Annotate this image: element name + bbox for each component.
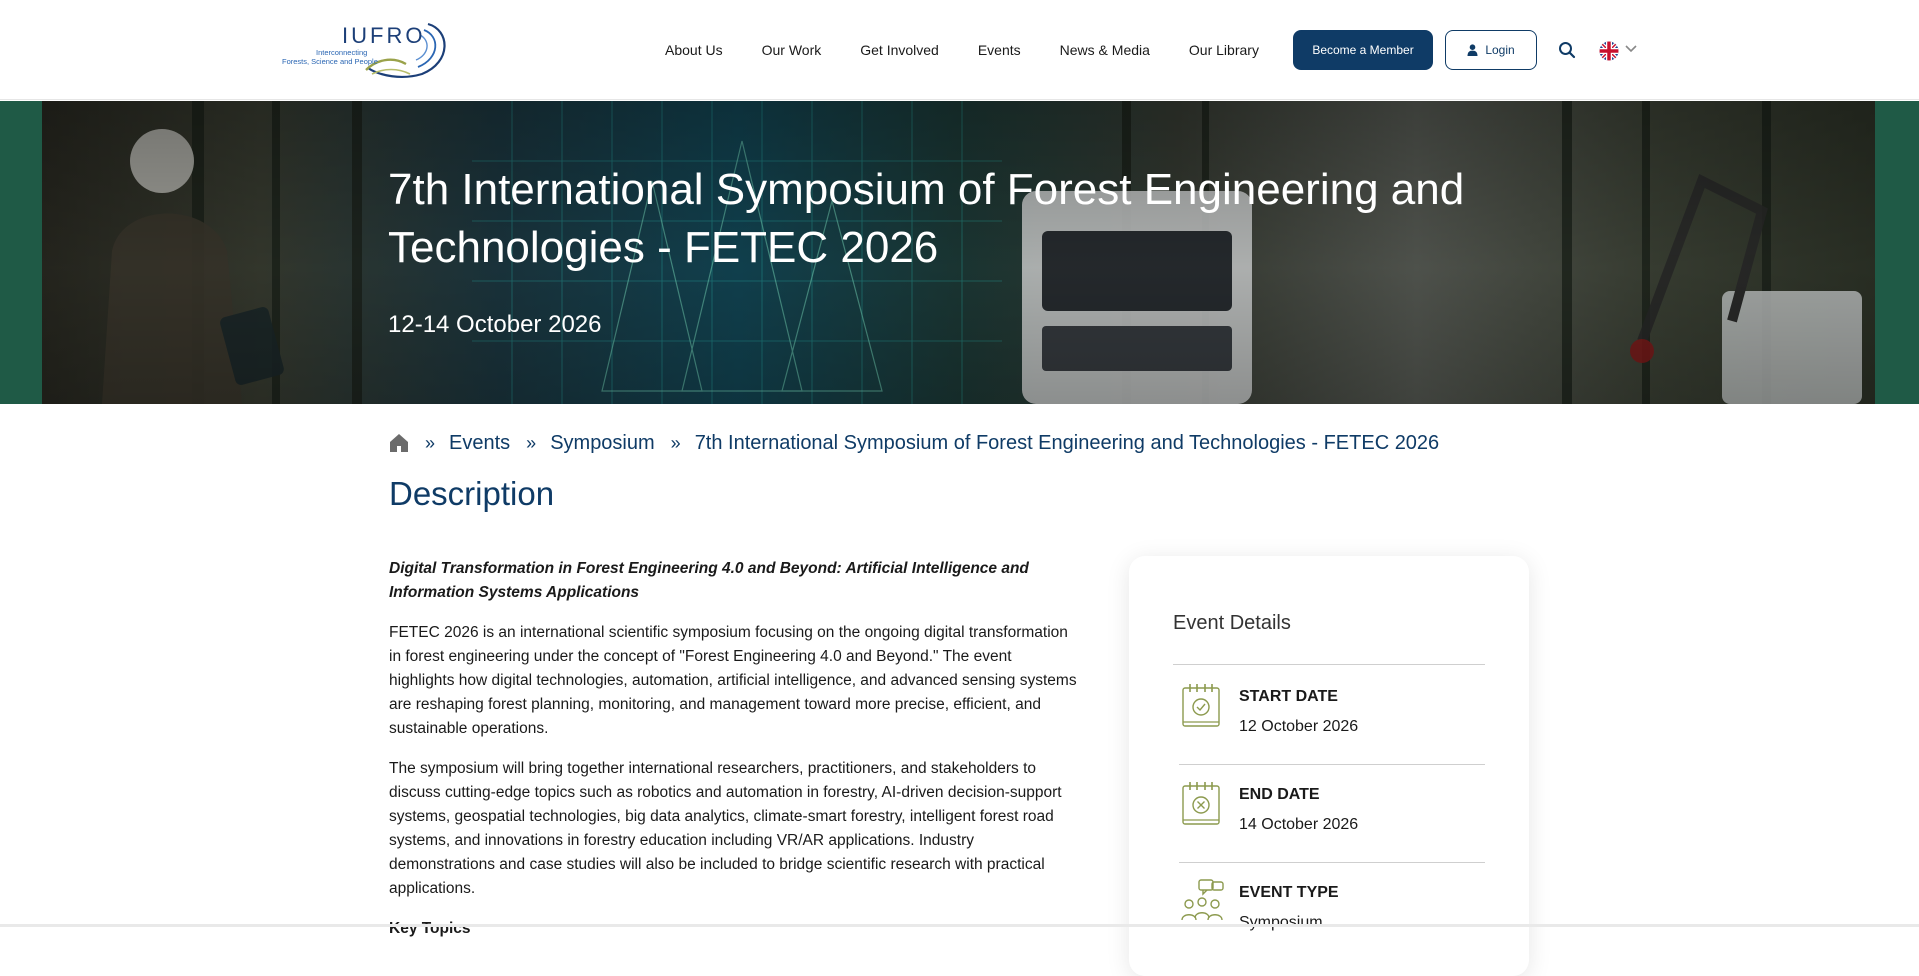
nav-news-media[interactable]: News & Media xyxy=(1060,38,1150,62)
search-icon[interactable] xyxy=(1558,41,1576,59)
logo-tagline-2: Forests, Science and People xyxy=(282,57,378,66)
breadcrumb-separator-icon: » xyxy=(526,432,537,453)
key-topics-heading: Key Topics xyxy=(389,920,471,937)
breadcrumb-events[interactable]: Events xyxy=(449,432,510,455)
logo-tagline-1: Interconnecting xyxy=(316,48,368,57)
event-type-label: EVENT TYPE xyxy=(1239,884,1339,901)
description-body: Digital Transformation in Forest Enginee… xyxy=(389,557,1079,941)
end-date-label: END DATE xyxy=(1239,786,1320,803)
calendar-x-icon xyxy=(1182,782,1220,825)
event-type-value: Symposium xyxy=(1239,914,1323,931)
nav-events[interactable]: Events xyxy=(978,38,1021,62)
breadcrumb-separator-icon: » xyxy=(670,432,681,453)
logo-wordmark: IUFRO xyxy=(342,23,426,48)
start-date-value: 12 October 2026 xyxy=(1239,718,1359,735)
login-button[interactable]: Login xyxy=(1445,30,1537,70)
nav-about-us[interactable]: About Us xyxy=(665,38,723,62)
hero-banner: 7th International Symposium of Forest En… xyxy=(42,101,1875,404)
description-paragraph: The symposium will bring together intern… xyxy=(389,760,1062,897)
uk-flag-icon[interactable] xyxy=(1599,41,1619,61)
nav-our-work[interactable]: Our Work xyxy=(762,38,822,62)
description-heading: Description xyxy=(389,475,555,512)
become-member-button[interactable]: Become a Member xyxy=(1293,30,1433,70)
divider xyxy=(1173,664,1485,665)
breadcrumb-separator-icon: » xyxy=(425,432,436,453)
site-header: IUFRO Interconnecting Forests, Science a… xyxy=(0,0,1919,100)
breadcrumb: » Events » Symposium » 7th International… xyxy=(389,428,1439,458)
description-paragraph: FETEC 2026 is an international scientifi… xyxy=(389,624,1077,737)
event-type-detail: EVENT TYPE Symposium xyxy=(1179,878,1499,938)
end-date-value: 14 October 2026 xyxy=(1239,816,1359,833)
home-icon[interactable] xyxy=(389,433,409,453)
start-date-label: START DATE xyxy=(1239,688,1338,705)
divider xyxy=(1179,764,1485,765)
event-date: 12-14 October 2026 xyxy=(388,311,602,338)
calendar-check-icon xyxy=(1182,684,1220,727)
event-details-title: Event Details xyxy=(1173,612,1291,634)
end-date-detail: END DATE 14 October 2026 xyxy=(1179,780,1499,840)
start-date-detail: START DATE 12 October 2026 xyxy=(1179,682,1499,742)
people-chat-icon xyxy=(1181,879,1224,921)
divider xyxy=(1179,862,1485,863)
nav-our-library[interactable]: Our Library xyxy=(1189,38,1259,62)
breadcrumb-symposium[interactable]: Symposium xyxy=(550,432,654,455)
event-details-card: Event Details START DATE 12 October 2026… xyxy=(1129,556,1529,976)
iufro-logo[interactable]: IUFRO Interconnecting Forests, Science a… xyxy=(280,20,450,80)
breadcrumb-current: 7th International Symposium of Forest En… xyxy=(694,431,1440,454)
main-nav: About Us Our Work Get Involved Events Ne… xyxy=(665,38,1298,62)
chevron-down-icon[interactable] xyxy=(1624,44,1638,54)
login-label: Login xyxy=(1485,43,1515,57)
nav-get-involved[interactable]: Get Involved xyxy=(860,38,939,62)
description-lead: Digital Transformation in Forest Enginee… xyxy=(389,560,1029,601)
user-icon xyxy=(1467,44,1478,56)
event-title: 7th International Symposium of Forest En… xyxy=(388,165,1465,272)
